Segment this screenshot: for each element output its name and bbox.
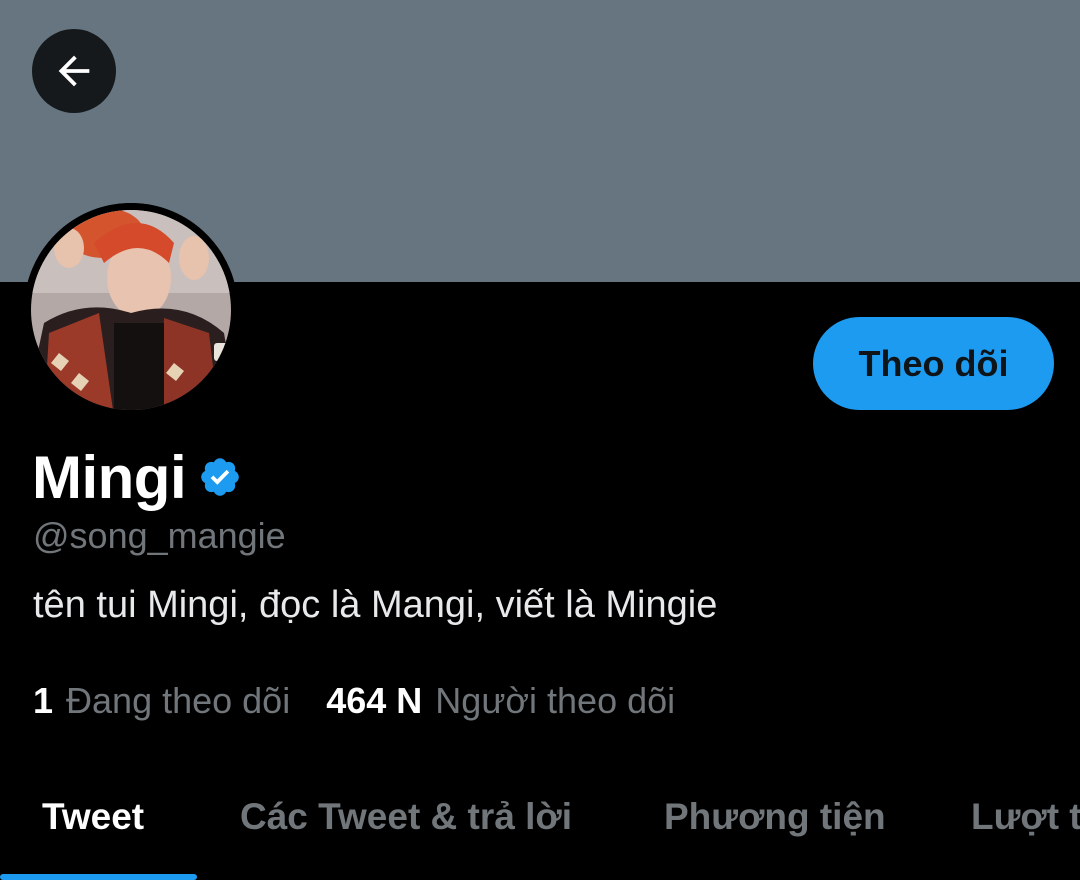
- verified-badge-icon: [201, 458, 239, 496]
- name-row: Mingi: [32, 440, 242, 514]
- avatar[interactable]: [24, 203, 238, 417]
- following-count: 1: [33, 680, 54, 721]
- back-arrow-icon: [58, 55, 90, 87]
- display-name: Mingi: [32, 443, 187, 511]
- tab-media[interactable]: Phương tiện: [664, 796, 886, 838]
- following-stat[interactable]: 1 Đang theo dõi: [33, 680, 290, 722]
- handle: @song_mangie: [33, 515, 286, 556]
- bio: tên tui Mingi, đọc là Mangi, viết là Min…: [33, 584, 718, 626]
- following-label: Đang theo dõi: [66, 680, 291, 721]
- back-button[interactable]: [32, 29, 116, 113]
- followers-label: Người theo dõi: [435, 680, 676, 721]
- tab-likes[interactable]: Lượt thích: [971, 796, 1080, 838]
- profile-stats: 1 Đang theo dõi 464 N Người theo dõi: [33, 680, 675, 722]
- tab-tweets[interactable]: Tweet: [42, 796, 144, 838]
- followers-stat[interactable]: 464 N Người theo dõi: [326, 680, 675, 722]
- tab-tweets-and-replies[interactable]: Các Tweet & trả lời: [240, 796, 572, 838]
- active-tab-indicator: [0, 874, 197, 880]
- followers-count: 464 N: [326, 680, 423, 721]
- follow-button[interactable]: Theo dõi: [813, 317, 1054, 410]
- profile-tabs: Tweet Các Tweet & trả lời Phương tiện Lư…: [0, 760, 1080, 880]
